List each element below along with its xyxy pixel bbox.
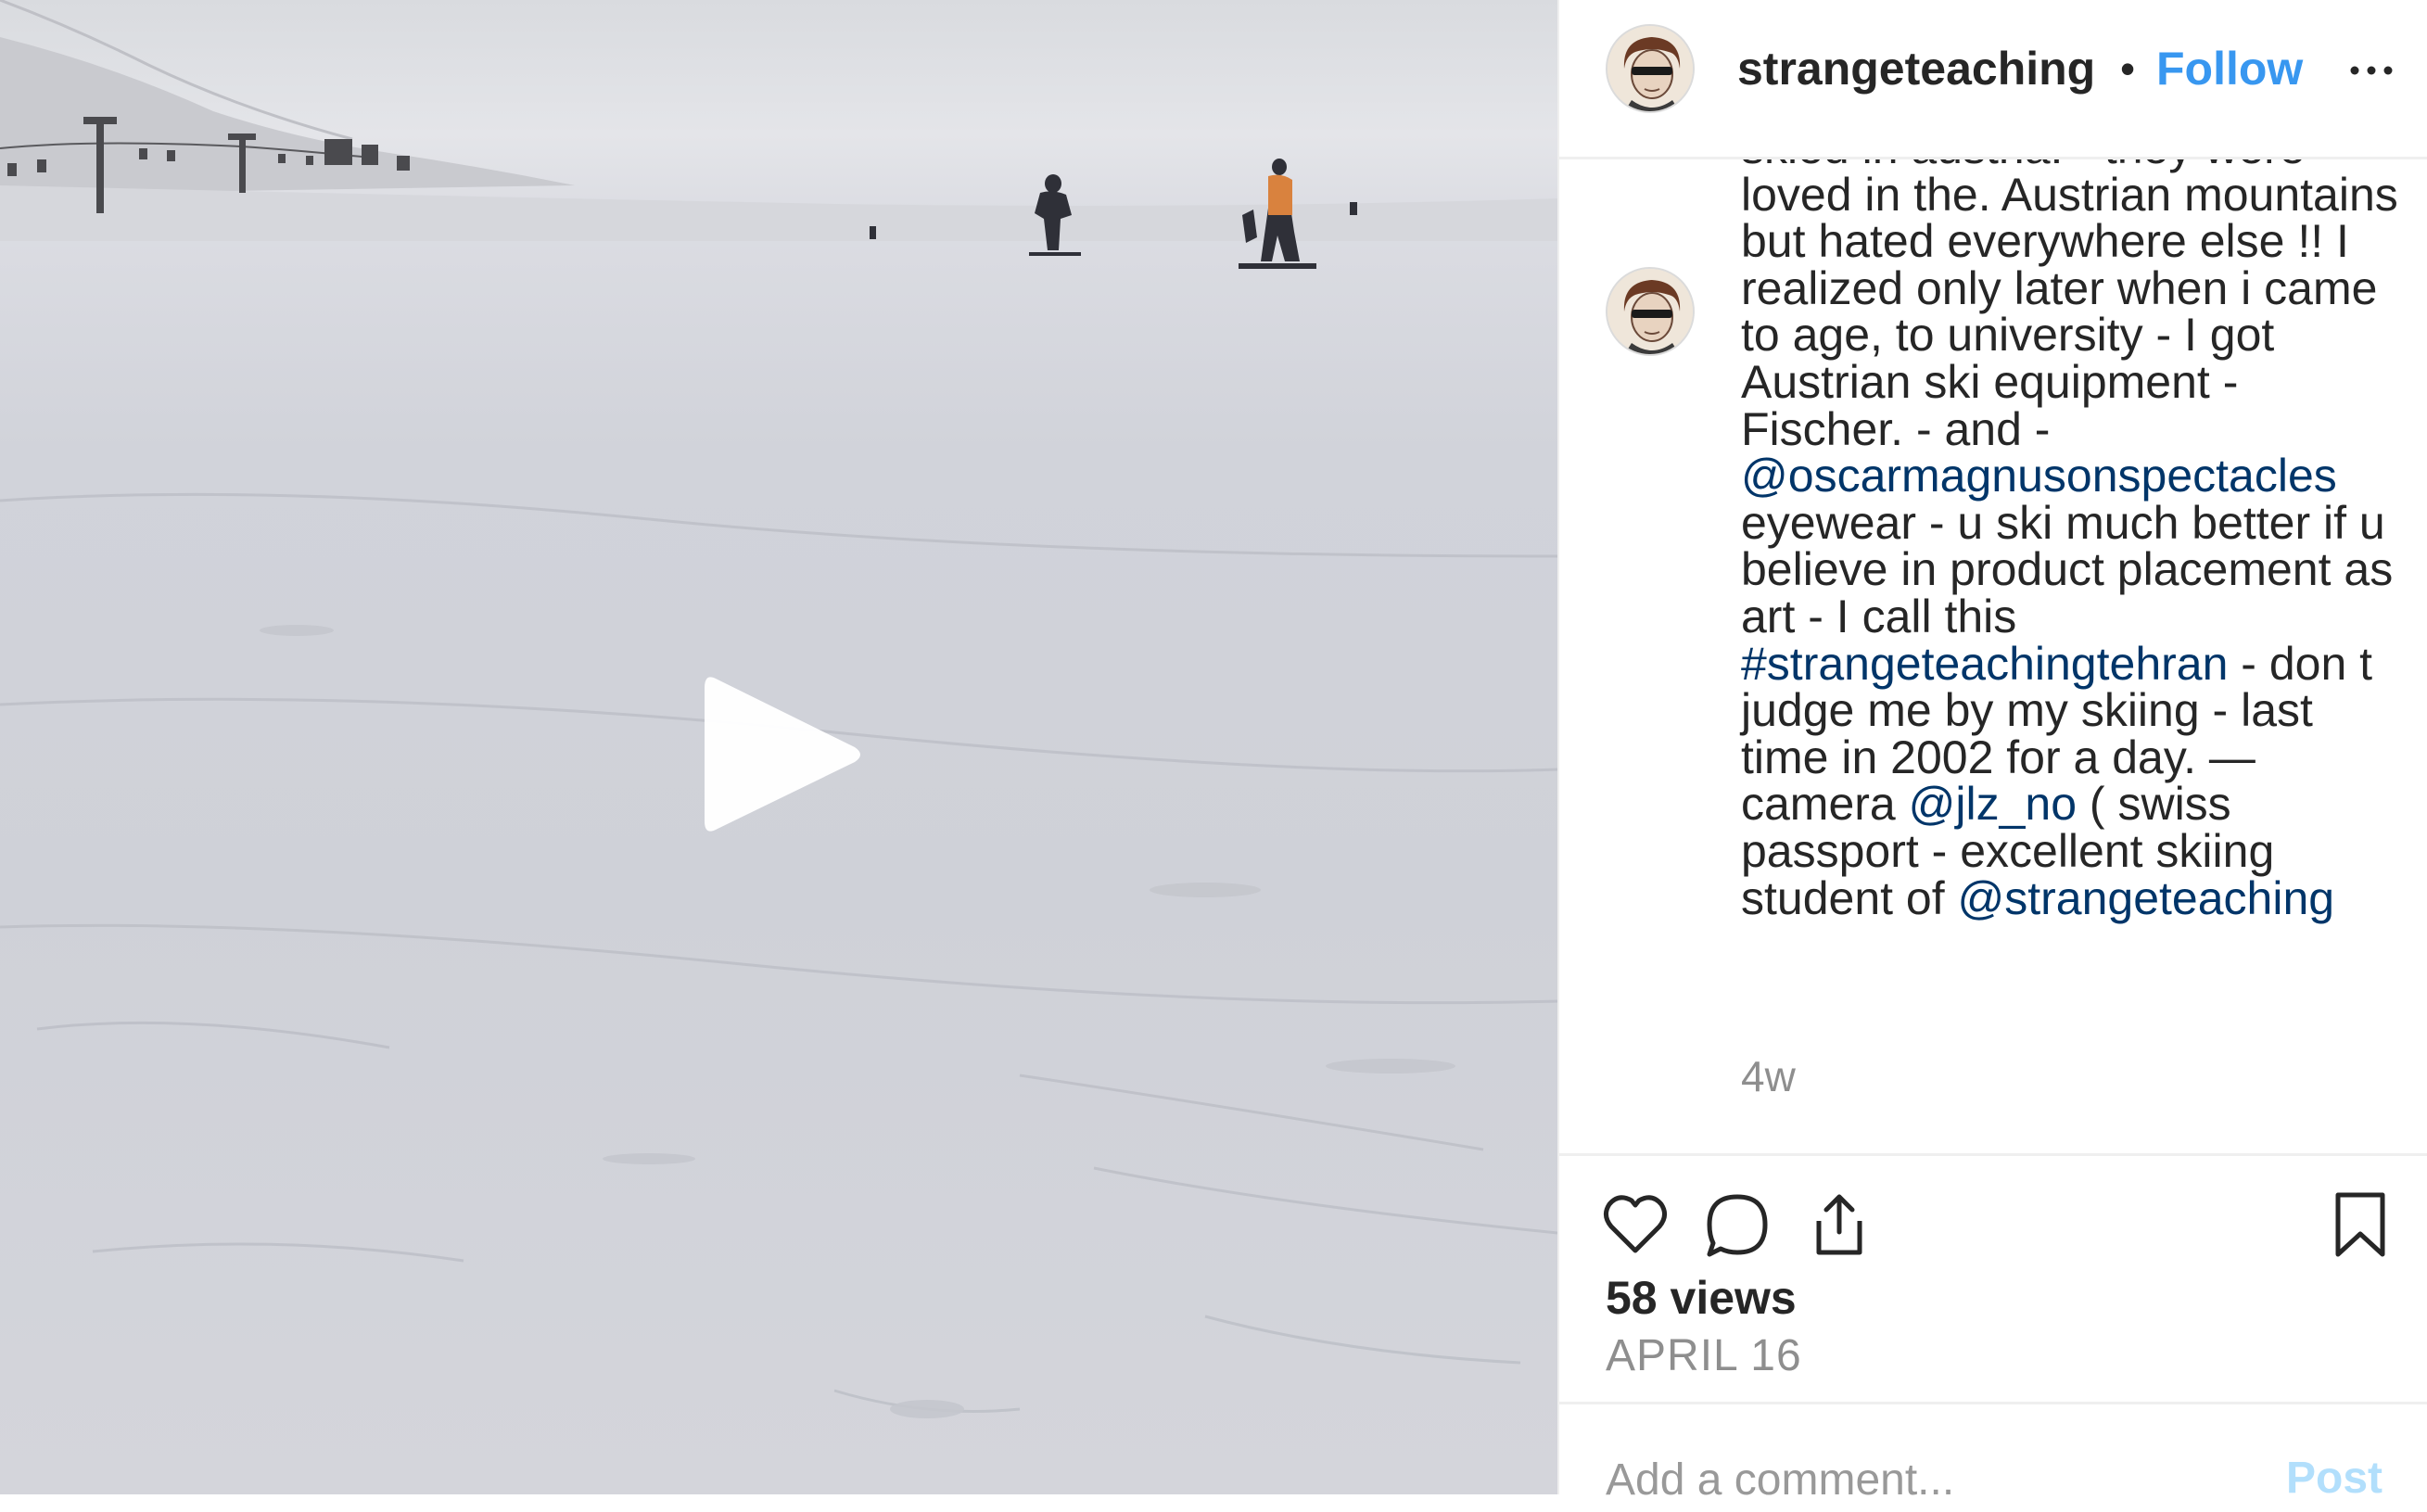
caption-timestamp[interactable]: 4w <box>1741 1051 1796 1101</box>
comment-input[interactable] <box>1606 1447 2236 1512</box>
share-icon[interactable] <box>1804 1189 1874 1260</box>
separator-dot: • <box>2120 44 2136 93</box>
post-caption: skied in austria. - they were loved in t… <box>1741 159 2408 921</box>
more-horizontal-icon[interactable] <box>2345 44 2397 96</box>
caption-text: eyewear - u ski much better if u believe… <box>1741 496 2394 642</box>
username-link[interactable]: strangeteaching <box>1737 41 2117 96</box>
caption-text: skied in austria. - they were loved in t… <box>1741 159 2398 455</box>
mention-link[interactable]: @oscarmagnusonspectacles <box>1741 450 2337 502</box>
comments-section[interactable]: skied in austria. - they were loved in t… <box>1559 159 2427 1153</box>
mention-link[interactable]: @jlz_no <box>1909 778 2077 830</box>
post-comment-button[interactable]: Post <box>2286 1453 2383 1504</box>
post-header: strangeteaching • Follow <box>1559 0 2427 159</box>
bookmark-icon[interactable] <box>2325 1189 2395 1260</box>
action-bar: 58 views APRIL 16 <box>1559 1153 2427 1404</box>
hashtag-link[interactable]: #strangeteachingtehran <box>1741 638 2228 690</box>
post-side-panel: strangeteaching • Follow skied in austri… <box>1557 0 2427 1512</box>
caption-avatar[interactable] <box>1606 267 1695 356</box>
mention-link[interactable]: @strangeteaching <box>1958 872 2335 924</box>
avatar-portrait-icon <box>1607 269 1693 354</box>
add-comment-bar: Post <box>1559 1402 2427 1512</box>
follow-button[interactable]: Follow <box>2156 41 2303 96</box>
post-video[interactable] <box>0 0 1557 1494</box>
comment-icon[interactable] <box>1702 1189 1773 1260</box>
view-count[interactable]: 58 views <box>1606 1271 1797 1325</box>
avatar-portrait-icon <box>1607 26 1693 111</box>
post-date: APRIL 16 <box>1606 1331 1802 1380</box>
play-icon[interactable] <box>695 667 868 840</box>
heart-icon[interactable] <box>1600 1189 1671 1260</box>
avatar[interactable] <box>1606 24 1695 113</box>
